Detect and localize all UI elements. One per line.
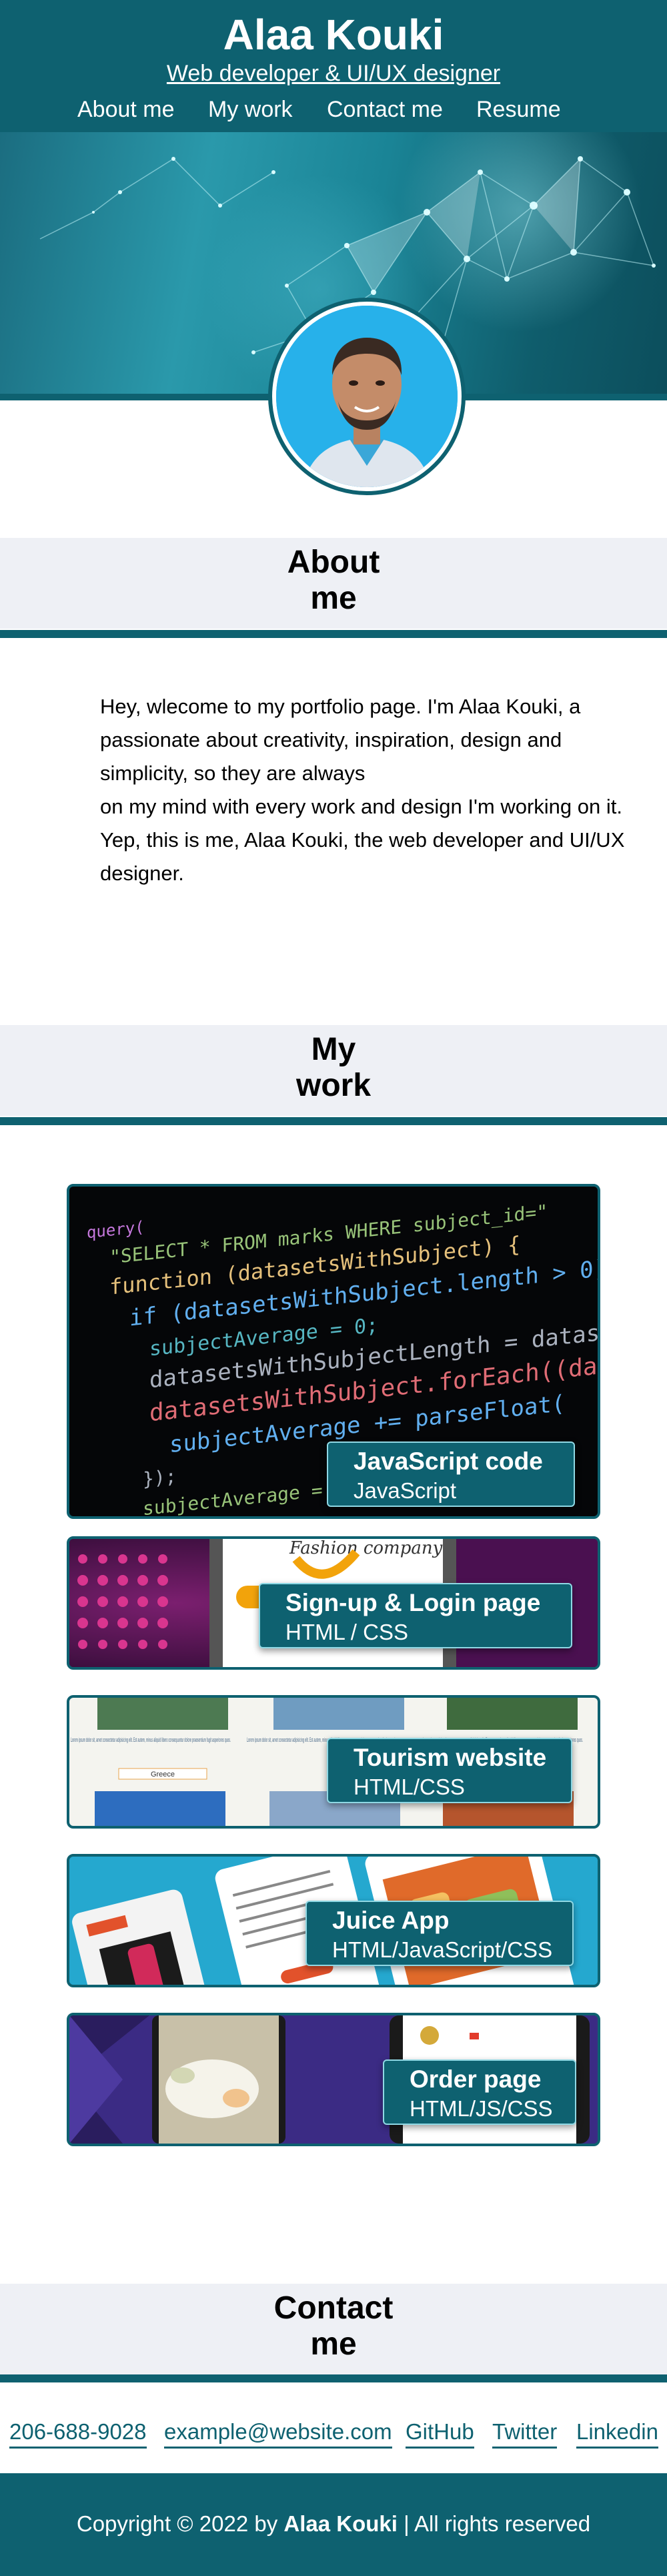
work-section-header: My work — [0, 1025, 667, 1116]
code-line-1: query( — [87, 1217, 145, 1242]
project-card-order[interactable]: Order page HTML/JS/CSS — [67, 2013, 600, 2146]
profile-photo — [276, 306, 458, 487]
project-title: JavaScript code — [354, 1447, 543, 1475]
project-title: Sign-up & Login page — [285, 1589, 541, 1616]
project-card-tourism[interactable]: Lorem ipsum dolor sit, amet consectetur … — [67, 1695, 600, 1829]
about-divider — [0, 630, 667, 638]
about-section-header: About me — [0, 538, 667, 629]
project-title: Order page — [410, 2065, 542, 2093]
contact-github-link[interactable]: GitHub — [406, 2417, 474, 2449]
project-label-signup: Sign-up & Login page HTML / CSS — [259, 1583, 572, 1648]
about-paragraph-1: Hey, wlecome to my portfolio page. I'm A… — [100, 695, 581, 785]
project-tech: HTML/CSS — [354, 1775, 465, 1799]
portfolio-page: Alaa Kouki Web developer & UI/UX designe… — [0, 0, 667, 2576]
site-subtitle-link[interactable]: Web developer & UI/UX designer — [0, 59, 667, 88]
main-nav: About me My work Contact me Resume — [0, 95, 667, 124]
avatar — [276, 306, 458, 487]
contact-twitter-link[interactable]: Twitter — [492, 2417, 558, 2449]
contact-section-header: Contact me — [0, 2284, 667, 2374]
project-label-javascript: JavaScript code JavaScript — [327, 1441, 575, 1507]
copyright-suffix: | All rights reserved — [404, 2511, 591, 2536]
about-paragraph-3: Yep, this is me, Alaa Kouki, the web dev… — [100, 828, 625, 885]
project-label-tourism: Tourism website HTML/CSS — [327, 1738, 572, 1803]
project-card-signup-login[interactable]: Fashion company Sign-up & Login page HTM… — [67, 1536, 600, 1670]
project-title: Juice App — [332, 1907, 450, 1934]
nav-contact[interactable]: Contact me — [327, 95, 443, 124]
project-tech: HTML/JavaScript/CSS — [332, 1937, 553, 1962]
site-header: Alaa Kouki Web developer & UI/UX designe… — [0, 0, 667, 132]
contact-phone-link[interactable]: 206-688-9028 — [9, 2417, 147, 2449]
tourism-lorem-1: Lorem ipsum dolor sit, amet consectetur … — [71, 1736, 231, 1743]
copyright-name: Alaa Kouki — [283, 2511, 398, 2536]
project-card-juice[interactable]: Juice App HTML/JavaScript/CSS — [67, 1854, 600, 1987]
site-footer: Copyright © 2022 by Alaa Kouki | All rig… — [0, 2473, 667, 2576]
project-label-juice: Juice App HTML/JavaScript/CSS — [305, 1901, 574, 1966]
contact-linkedin-link[interactable]: Linkedin — [576, 2417, 658, 2449]
copyright-prefix: Copyright © 2022 by — [76, 2511, 278, 2536]
project-title: Tourism website — [354, 1744, 547, 1771]
work-heading: My work — [295, 1032, 372, 1103]
contact-divider — [0, 2374, 667, 2382]
about-text: Hey, wlecome to my portfolio page. I'm A… — [100, 690, 654, 890]
project-card-javascript[interactable]: query( "SELECT * FROM marks WHERE subjec… — [67, 1184, 600, 1519]
login-brand: Fashion company — [289, 1539, 443, 1558]
project-label-order: Order page HTML/JS/CSS — [383, 2059, 576, 2125]
code-line-9: }); — [143, 1465, 177, 1490]
about-heading: About me — [287, 545, 380, 616]
project-tech: JavaScript — [354, 1478, 457, 1503]
nav-work[interactable]: My work — [208, 95, 293, 124]
nav-about[interactable]: About me — [77, 95, 175, 124]
copyright-text: Copyright © 2022 by Alaa Kouki | All rig… — [0, 2509, 667, 2539]
about-paragraph-2: on my mind with every work and design I'… — [100, 795, 622, 818]
project-tech: HTML / CSS — [285, 1620, 408, 1644]
tourism-place: Greece — [151, 1770, 175, 1779]
work-divider — [0, 1117, 667, 1125]
contact-links: 206-688-9028 example@website.com GitHub … — [0, 2413, 667, 2453]
contact-heading: Contact me — [273, 2290, 394, 2362]
contact-email-link[interactable]: example@website.com — [164, 2417, 392, 2449]
nav-resume[interactable]: Resume — [476, 95, 561, 124]
project-tech: HTML/JS/CSS — [410, 2096, 553, 2121]
site-title: Alaa Kouki — [223, 11, 444, 59]
